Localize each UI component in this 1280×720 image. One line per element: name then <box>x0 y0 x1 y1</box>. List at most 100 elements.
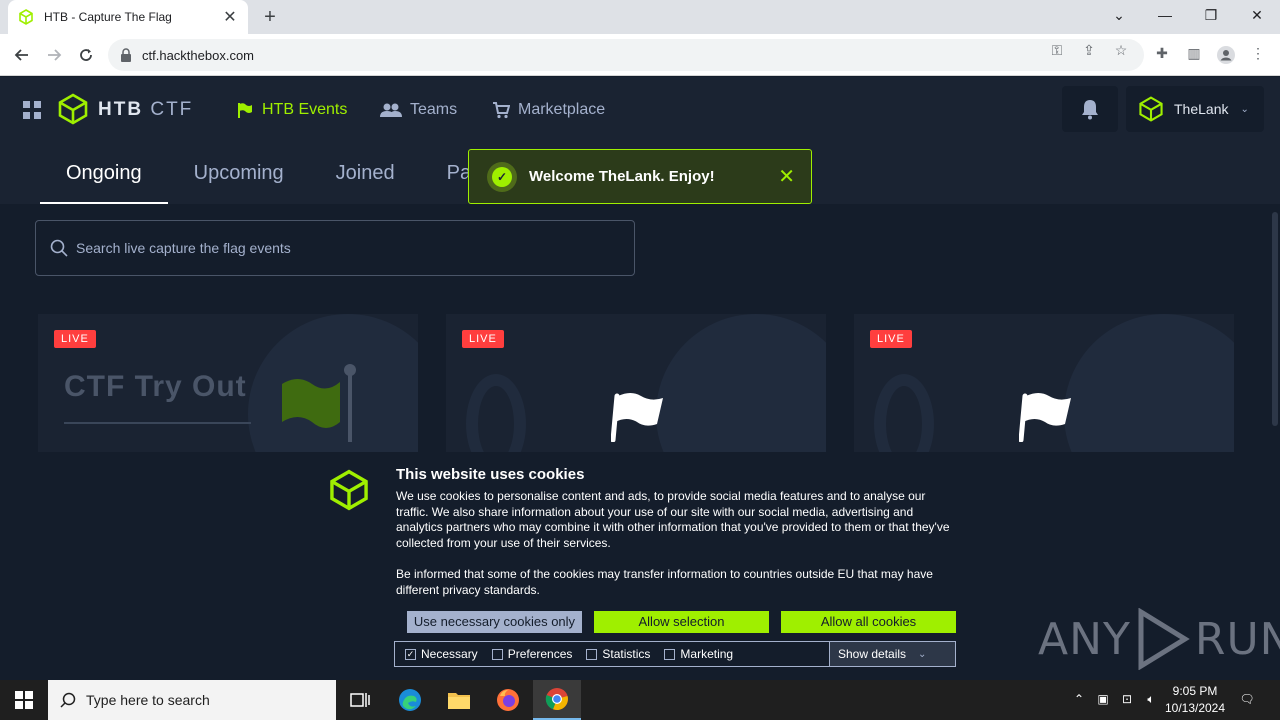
windows-start-icon[interactable] <box>0 680 48 720</box>
cart-icon <box>493 102 510 119</box>
flag-icon <box>611 393 663 442</box>
clock-time: 9:05 PM <box>1172 684 1218 698</box>
page-scrollbar[interactable] <box>1272 212 1278 426</box>
pref-statistics[interactable]: Statistics <box>586 647 650 661</box>
event-card[interactable]: LIVE CTF Try Out <box>38 314 418 454</box>
card-title: CTF Try Out <box>64 370 247 403</box>
allow-selection-button[interactable]: Allow selection <box>594 611 769 633</box>
tab-upcoming[interactable]: Upcoming <box>168 156 310 204</box>
apps-grid-icon[interactable] <box>23 101 41 119</box>
address-bar: ctf.hackthebox.com ⚿ ⇪ ☆ ✚ ▥ ⋮ <box>0 34 1280 76</box>
side-panel-icon[interactable]: ▥ <box>1184 45 1204 65</box>
card-decoration <box>874 374 934 454</box>
browser-tab[interactable]: HTB - Capture The Flag ✕ <box>8 0 248 34</box>
flag-icon <box>1019 393 1071 442</box>
allow-all-cookies-button[interactable]: Allow all cookies <box>781 611 956 633</box>
show-details-button[interactable]: Show details ⌄ <box>829 642 955 666</box>
edge-icon[interactable] <box>386 680 434 720</box>
taskbar-clock[interactable]: 9:05 PM 10/13/2024 <box>1160 683 1230 717</box>
back-icon[interactable] <box>10 43 34 67</box>
search-icon <box>60 692 76 708</box>
chevron-down-icon: ⌄ <box>918 648 927 660</box>
tab-joined[interactable]: Joined <box>310 156 421 204</box>
nav-label: Marketplace <box>518 101 606 118</box>
forward-icon[interactable] <box>42 43 66 67</box>
checkbox-icon[interactable] <box>664 648 676 660</box>
username: TheLank <box>1174 101 1229 117</box>
pref-preferences[interactable]: Preferences <box>491 647 572 661</box>
watermark-right: RUN <box>1194 613 1280 665</box>
card-decoration <box>1064 314 1234 454</box>
checkbox-icon[interactable] <box>586 648 598 660</box>
watermark-left: ANY <box>1038 613 1131 665</box>
show-details-label: Show details <box>838 647 907 661</box>
notifications-icon[interactable]: 🗨︎ <box>1239 692 1255 708</box>
tab-close-icon[interactable]: ✕ <box>222 7 238 27</box>
close-window-icon[interactable]: ✕ <box>1234 0 1280 30</box>
event-card[interactable]: LIVE <box>446 314 826 454</box>
file-explorer-icon[interactable] <box>435 680 483 720</box>
tray-chevron-up-icon[interactable]: ⌃ <box>1071 692 1087 708</box>
restore-icon[interactable]: ❐ <box>1188 0 1234 30</box>
cookie-paragraph: Be informed that some of the cookies may… <box>396 566 933 597</box>
nav-marketplace[interactable]: Marketplace <box>492 98 605 122</box>
omnibox[interactable]: ctf.hackthebox.com <box>108 39 1144 71</box>
search-input[interactable] <box>76 240 596 256</box>
live-badge: LIVE <box>54 330 96 348</box>
taskbar-search-placeholder: Type here to search <box>86 692 210 708</box>
toast-message: Welcome TheLank. Enjoy! <box>529 168 715 185</box>
checked-checkbox-icon[interactable]: ✓ <box>405 648 416 660</box>
cookie-title: This website uses cookies <box>396 466 585 483</box>
notifications-button[interactable] <box>1062 86 1118 132</box>
network-icon[interactable]: ⊡ <box>1119 692 1135 708</box>
search-icon <box>50 239 68 257</box>
new-tab-icon[interactable]: + <box>258 5 282 29</box>
cookie-logo-icon <box>330 469 368 511</box>
nav-htb-events[interactable]: HTB Events <box>236 98 347 122</box>
logo-text[interactable]: HTB CTF <box>98 99 193 121</box>
toast-close-icon[interactable]: ✕ <box>778 164 795 189</box>
tab-ongoing[interactable]: Ongoing <box>40 156 168 204</box>
pref-necessary[interactable]: ✓ Necessary <box>405 647 478 661</box>
checkbox-icon[interactable] <box>491 648 503 660</box>
people-icon <box>380 103 402 117</box>
key-icon[interactable]: ⚿ <box>1048 42 1066 60</box>
nav-teams[interactable]: Teams <box>380 98 457 122</box>
logo-main: HTB <box>98 99 144 120</box>
taskbar-search[interactable]: Type here to search <box>48 680 336 720</box>
card-divider <box>64 422 251 424</box>
extensions-icon[interactable]: ✚ <box>1152 45 1172 65</box>
event-tabs: Ongoing Upcoming Joined Past <box>40 156 513 204</box>
live-badge: LIVE <box>870 330 912 348</box>
chevron-down-icon: ⌄ <box>1240 103 1249 115</box>
green-flag-icon <box>282 364 356 442</box>
pref-marketing[interactable]: Marketing <box>664 647 733 661</box>
htb-logo-icon[interactable] <box>57 93 89 125</box>
task-view-icon[interactable] <box>336 680 384 720</box>
live-badge: LIVE <box>462 330 504 348</box>
welcome-toast: ✓ Welcome TheLank. Enjoy! ✕ <box>468 149 812 204</box>
card-decoration <box>466 374 526 454</box>
reload-icon[interactable] <box>74 43 98 67</box>
event-search[interactable] <box>35 220 635 276</box>
anyrun-watermark: ANY RUN <box>1038 608 1280 670</box>
minimize-icon[interactable]: — <box>1142 0 1188 30</box>
chrome-icon[interactable] <box>533 680 581 720</box>
firefox-icon[interactable] <box>484 680 532 720</box>
event-card[interactable]: LIVE <box>854 314 1234 454</box>
clock-date: 10/13/2024 <box>1164 701 1226 715</box>
meet-now-icon[interactable]: ▣ <box>1095 692 1111 708</box>
share-icon[interactable]: ⇪ <box>1080 42 1098 60</box>
necessary-cookies-button[interactable]: Use necessary cookies only <box>407 611 582 633</box>
volume-icon[interactable]: 🔈︎ <box>1143 692 1159 708</box>
play-logo-icon <box>1138 608 1190 670</box>
htb-favicon-icon <box>19 9 33 25</box>
menu-kebab-icon[interactable]: ⋮ <box>1248 45 1268 65</box>
tab-search-chevron-icon[interactable]: ⌄ <box>1096 0 1142 30</box>
bookmark-star-icon[interactable]: ☆ <box>1112 42 1130 60</box>
profile-icon[interactable] <box>1216 45 1236 65</box>
browser-tabbar: HTB - Capture The Flag ✕ + ⌄ — ❐ ✕ <box>0 0 1280 34</box>
user-menu-button[interactable]: TheLank ⌄ <box>1126 86 1264 132</box>
windows-taskbar: Type here to search ⌃ ▣ ⊡ 🔈︎ 9:05 PM 10/… <box>0 680 1280 720</box>
pref-label: Necessary <box>421 647 478 661</box>
